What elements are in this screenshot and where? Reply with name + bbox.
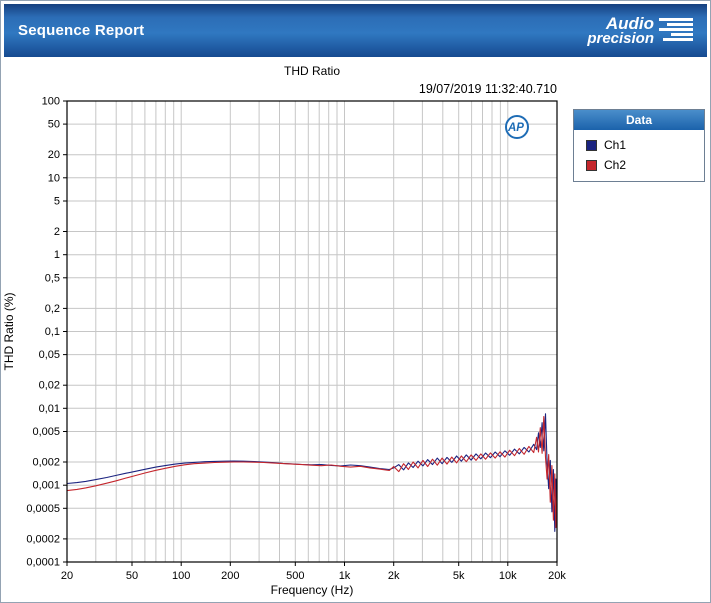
svg-text:Frequency (Hz): Frequency (Hz) [271, 583, 354, 597]
svg-text:0,005: 0,005 [32, 426, 60, 438]
logo-bars-icon [659, 18, 693, 41]
thd-ratio-plot: 20 50 100 200 500 1k 2k 5k 10k 20k 100 50 20 10 5 2 1 0,5… [2, 97, 566, 597]
svg-text:20: 20 [61, 570, 73, 582]
svg-text:100: 100 [172, 570, 190, 582]
svg-text:20k: 20k [548, 570, 566, 582]
svg-text:AP: AP [507, 122, 524, 134]
svg-text:1: 1 [54, 249, 60, 261]
svg-text:0,0001: 0,0001 [26, 557, 60, 569]
legend-body: Ch1 Ch2 [574, 130, 704, 181]
svg-text:0,1: 0,1 [45, 326, 60, 338]
svg-text:500: 500 [286, 570, 304, 582]
svg-text:0,0005: 0,0005 [26, 503, 60, 515]
svg-text:0,02: 0,02 [39, 380, 60, 392]
svg-text:0,05: 0,05 [39, 349, 60, 361]
svg-text:0,002: 0,002 [32, 457, 60, 469]
svg-text:0,01: 0,01 [39, 403, 60, 415]
svg-text:20: 20 [48, 149, 60, 161]
report-header: Sequence Report Audio precision [4, 4, 707, 57]
legend-item-ch1: Ch1 [574, 135, 704, 155]
svg-text:0,5: 0,5 [45, 272, 60, 284]
audio-precision-logo: Audio precision [587, 15, 693, 46]
svg-text:0,0002: 0,0002 [26, 533, 60, 545]
audio-precision-logo-text: Audio precision [587, 14, 654, 47]
ch2-color-swatch [586, 159, 597, 171]
measurement-timestamp: 19/07/2019 11:32:40.710 [418, 82, 557, 96]
svg-text:200: 200 [221, 570, 239, 582]
sequence-report-window: Sequence Report Audio precision THD Rati… [0, 0, 711, 603]
svg-text:50: 50 [126, 570, 138, 582]
svg-text:100: 100 [42, 97, 60, 108]
svg-text:0,001: 0,001 [32, 480, 60, 492]
ch1-label: Ch1 [604, 138, 627, 152]
svg-text:2k: 2k [388, 570, 400, 582]
svg-text:0,2: 0,2 [45, 303, 60, 315]
svg-text:10: 10 [48, 172, 60, 184]
legend: Data Ch1 Ch2 [573, 109, 705, 182]
ch1-color-swatch [586, 139, 597, 151]
legend-item-ch2: Ch2 [574, 155, 704, 175]
svg-text:10k: 10k [499, 570, 517, 582]
svg-text:5: 5 [54, 196, 60, 208]
svg-text:50: 50 [48, 119, 60, 131]
svg-text:1k: 1k [339, 570, 351, 582]
svg-text:5k: 5k [453, 570, 465, 582]
svg-text:THD Ratio (%): THD Ratio (%) [2, 292, 16, 370]
ch2-label: Ch2 [604, 158, 627, 172]
svg-text:2: 2 [54, 226, 60, 238]
chart-title: THD Ratio [283, 64, 340, 78]
page-title: Sequence Report [18, 22, 145, 39]
legend-header: Data [574, 110, 704, 130]
